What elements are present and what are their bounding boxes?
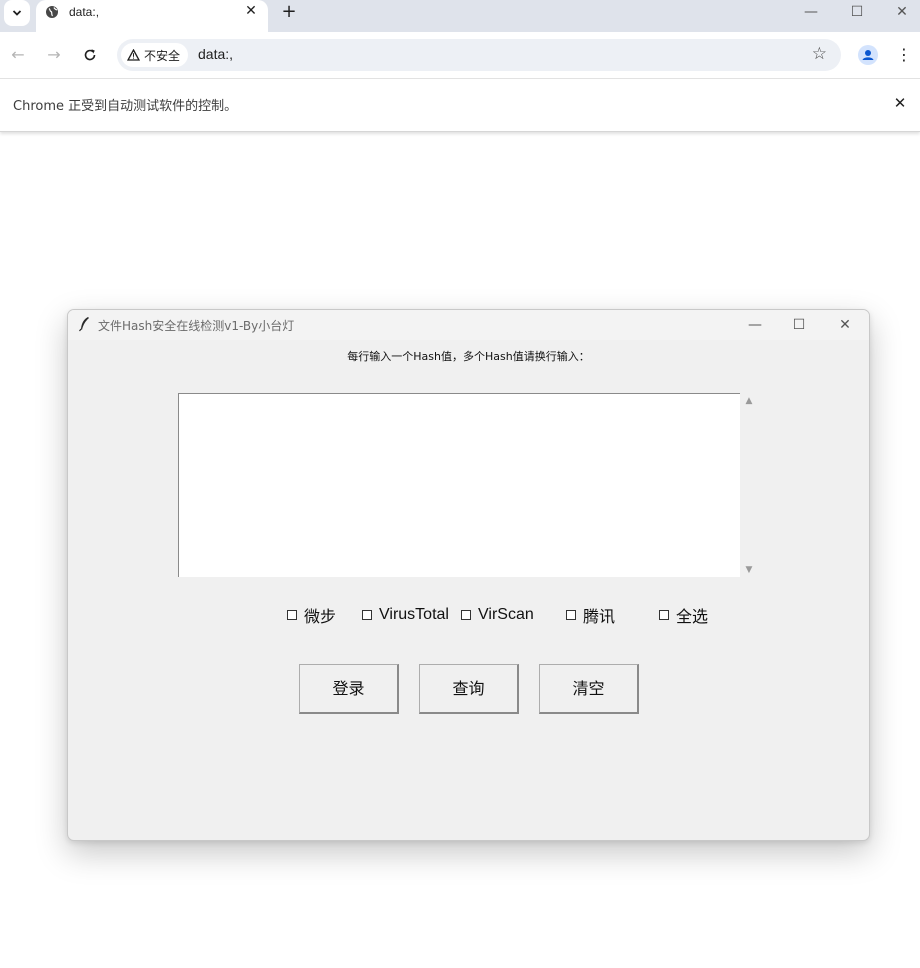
url-text: data:, (198, 46, 234, 62)
browser-toolbar: ← → 不安全 data:, ☆ (0, 32, 920, 79)
chevron-down-icon (12, 10, 22, 16)
close-icon[interactable]: ✕ (891, 94, 909, 112)
tab-title: data:, (69, 5, 100, 19)
tab-strip: data:, ✕ + — ☐ ✕ (0, 0, 920, 32)
checkbox-box[interactable] (461, 610, 471, 620)
close-window-icon[interactable]: ✕ (892, 2, 912, 22)
new-tab-button[interactable]: + (279, 2, 299, 22)
checkbox-label: 全选 (676, 607, 709, 626)
star-icon[interactable]: ☆ (812, 44, 827, 64)
checkbox-select-all[interactable]: 全选 (659, 604, 708, 626)
query-button[interactable]: 查询 (419, 664, 519, 714)
checkbox-tencent[interactable]: 腾讯 (566, 604, 615, 626)
warning-triangle-icon (127, 49, 140, 61)
app-window: 文件Hash安全在线检测v1-By小台灯 — ☐ ✕ 每行输入一个Hash值，多… (67, 309, 870, 841)
checkbox-label: VirScan (478, 606, 534, 623)
globe-icon (46, 6, 58, 18)
security-chip[interactable]: 不安全 (121, 43, 189, 67)
back-arrow-icon[interactable]: ← (7, 44, 29, 66)
infobar-message: Chrome 正受到自动测试软件的控制。 (13, 99, 238, 114)
checkbox-box[interactable] (566, 610, 576, 620)
close-icon[interactable]: ✕ (242, 2, 260, 20)
feather-icon (79, 317, 89, 332)
checkbox-label: 腾讯 (583, 607, 616, 626)
maximize-icon[interactable]: ☐ (787, 314, 811, 336)
hash-input[interactable] (178, 393, 740, 577)
checkbox-virustotal[interactable]: VirusTotal (362, 604, 449, 626)
app-window-title: 文件Hash安全在线检测v1-By小台灯 (98, 319, 295, 333)
profile-icon[interactable] (858, 45, 878, 65)
checkbox-virscan[interactable]: VirScan (461, 604, 534, 626)
reload-icon[interactable] (79, 44, 101, 66)
minimize-icon[interactable]: — (743, 314, 767, 336)
automation-infobar: Chrome 正受到自动测试软件的控制。 ✕ (0, 79, 920, 132)
close-window-icon[interactable]: ✕ (833, 314, 857, 336)
address-bar[interactable]: 不安全 data:, ☆ (117, 39, 841, 71)
scroll-down-arrow-icon[interactable]: ▼ (744, 565, 754, 575)
checkbox-box[interactable] (659, 610, 669, 620)
app-titlebar: 文件Hash安全在线检测v1-By小台灯 — ☐ ✕ (68, 310, 869, 340)
checkbox-label: VirusTotal (379, 606, 449, 623)
minimize-icon[interactable]: — (801, 2, 821, 22)
tab-search-button[interactable] (4, 0, 30, 26)
checkbox-weibu[interactable]: 微步 (287, 604, 336, 626)
maximize-icon[interactable]: ☐ (847, 2, 867, 22)
forward-arrow-icon[interactable]: → (43, 44, 65, 66)
scroll-up-arrow-icon[interactable]: ▲ (744, 396, 754, 406)
instruction-label: 每行输入一个Hash值，多个Hash值请换行输入： (347, 350, 590, 363)
clear-button[interactable]: 清空 (539, 664, 639, 714)
security-label: 不安全 (144, 48, 181, 63)
login-button[interactable]: 登录 (299, 664, 399, 714)
checkbox-box[interactable] (287, 610, 297, 620)
checkbox-label: 微步 (304, 607, 337, 626)
kebab-menu-icon[interactable]: ⋮ (896, 44, 912, 66)
checkbox-box[interactable] (362, 610, 372, 620)
tab-active[interactable]: data:, ✕ (36, 0, 268, 32)
